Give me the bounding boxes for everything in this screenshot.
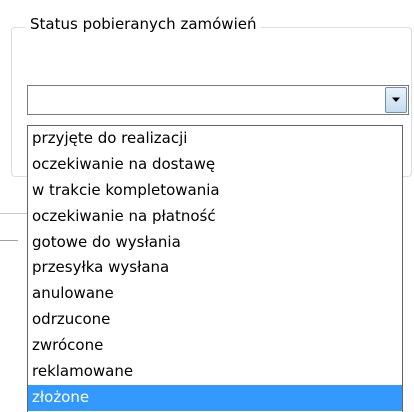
dropdown-option[interactable]: oczekiwanie na płatność [28,204,402,230]
dropdown-option[interactable]: odrzucone [28,307,402,333]
chevron-down-icon [392,97,400,102]
dropdown-option[interactable]: w trakcie kompletowania [28,178,402,204]
order-status-dropdown-list[interactable]: przyjęte do realizacji oczekiwanie na do… [27,125,403,412]
dropdown-option[interactable]: przyjęte do realizacji [28,126,402,152]
dropdown-option-selected[interactable]: złożone [28,384,402,411]
dropdown-option[interactable]: anulowane [28,281,402,307]
dropdown-option[interactable]: zwrócone [28,333,402,359]
background-divider [0,240,18,241]
dropdown-button[interactable] [385,87,407,113]
order-status-combobox[interactable] [27,85,409,115]
dropdown-option[interactable]: oczekiwanie na dostawę [28,152,402,178]
dropdown-option[interactable]: przesyłka wysłana [28,255,402,281]
dropdown-option[interactable]: gotowe do wysłania [28,230,402,256]
groupbox-legend: Status pobieranych zamówień [25,13,262,35]
dropdown-option[interactable]: reklamowane [28,359,402,385]
